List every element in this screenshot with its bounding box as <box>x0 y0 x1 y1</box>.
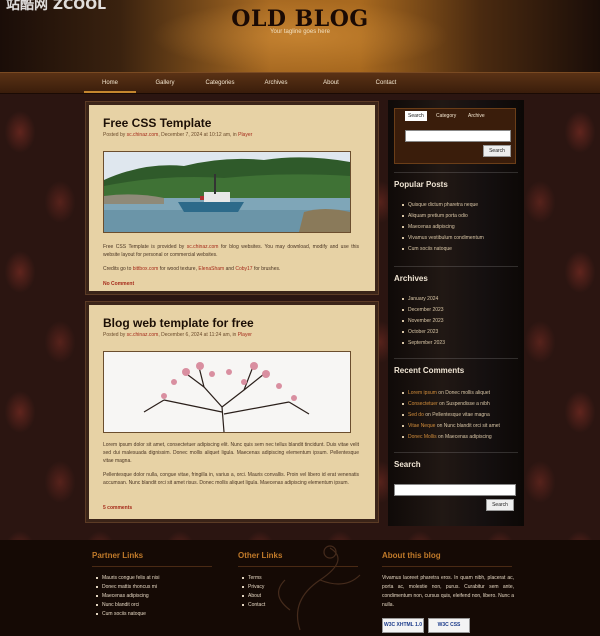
credit-link-coby17[interactable]: Coby17 <box>235 266 252 272</box>
popular-posts-heading: Popular Posts <box>394 180 448 189</box>
category-link[interactable]: Player <box>238 332 252 338</box>
search-input[interactable] <box>405 130 511 142</box>
post-meta: Posted by sc.chinaz.com, December 6, 202… <box>103 332 252 338</box>
nav-contact[interactable]: Contact <box>360 73 412 93</box>
popular-posts-list: Quisque dictum pharetra neque Aliquam pr… <box>402 200 484 255</box>
search-button-2[interactable]: Search <box>486 499 514 511</box>
credit-link-bittbox[interactable]: bittbox.com <box>133 266 159 272</box>
comments-link[interactable]: 5 comments <box>103 505 132 511</box>
main-nav: Home Gallery Categories Archives About C… <box>0 72 600 94</box>
list-item[interactable]: Quisque dictum pharetra neque <box>402 200 484 211</box>
archives-heading: Archives <box>394 274 428 283</box>
author-link[interactable]: sc.chinaz.com <box>127 332 159 338</box>
search-input-2[interactable] <box>394 484 516 496</box>
post-1: Free CSS Template Posted by sc.chinaz.co… <box>86 102 378 294</box>
boat-photo <box>104 152 350 232</box>
post-image-boat <box>103 151 351 233</box>
post-2: Blog web template for free Posted by sc.… <box>86 302 378 522</box>
list-item: Lorem ipsum on Donec mollis aliquet <box>402 388 500 399</box>
nav-about[interactable]: About <box>305 73 357 93</box>
list-item[interactable]: About <box>242 592 265 601</box>
list-item[interactable]: Privacy <box>242 583 265 592</box>
list-item[interactable]: December 2023 <box>402 305 445 316</box>
post-meta: Posted by sc.chinaz.com, December 7, 202… <box>103 132 253 138</box>
nav-home[interactable]: Home <box>84 73 136 93</box>
post-image-tree <box>103 351 351 433</box>
list-item[interactable]: November 2023 <box>402 316 445 327</box>
author-link[interactable]: sc.chinaz.com <box>127 132 159 138</box>
recent-comments-list: Lorem ipsum on Donec mollis aliquet Cons… <box>402 388 500 443</box>
w3c-xhtml-badge[interactable]: W3C XHTML 1.0 <box>382 618 424 633</box>
list-item: Consectetuer on Suspendisse a nibh <box>402 399 500 410</box>
list-item[interactable]: October 2023 <box>402 327 445 338</box>
nav-archives[interactable]: Archives <box>250 73 302 93</box>
list-item: Vitae Neque on Nunc blandit orci sit ame… <box>402 421 500 432</box>
search-tabs-box: Search Category Archive Search <box>394 108 516 164</box>
list-item[interactable]: Nunc blandit orci <box>96 601 160 610</box>
list-item: Sed do on Pellentesque vitae magna <box>402 410 500 421</box>
other-links-heading: Other Links <box>238 551 283 560</box>
post-title[interactable]: Free CSS Template <box>103 116 211 130</box>
partner-links-heading: Partner Links <box>92 551 144 560</box>
list-item[interactable]: Mauris congue felis at nisi <box>96 574 160 583</box>
about-heading: About this blog <box>382 551 441 560</box>
post-text: Lorem ipsum dolor sit amet, consectetuer… <box>103 442 359 464</box>
archives-list: January 2024 December 2023 November 2023… <box>402 294 445 349</box>
list-item[interactable]: January 2024 <box>402 294 445 305</box>
tab-search[interactable]: Search <box>405 111 427 121</box>
site-tagline: Your tagline goes here <box>270 29 330 35</box>
list-item[interactable]: Donec mattis rhoncus mi <box>96 583 160 592</box>
tree-photo <box>104 352 350 432</box>
post-text: Free CSS Template is provided by sc.chin… <box>103 244 359 258</box>
source-link[interactable]: sc.chinaz.com <box>187 244 219 250</box>
list-item[interactable]: Vivamus vestibulum condimentum <box>402 233 484 244</box>
list-item[interactable]: Aliquam pretium porta odio <box>402 211 484 222</box>
search-heading: Search <box>394 460 421 469</box>
post-title[interactable]: Blog web template for free <box>103 316 254 330</box>
list-item[interactable]: Maecenas adipiscing <box>96 592 160 601</box>
nav-gallery[interactable]: Gallery <box>139 73 191 93</box>
other-links-list: Terms Privacy About Contact <box>242 574 265 610</box>
nav-categories[interactable]: Categories <box>194 73 246 93</box>
list-item[interactable]: Cum sociis natoque <box>402 244 484 255</box>
comments-link[interactable]: No Comment <box>103 281 134 287</box>
list-item: Donec Mollis on Maecenas adipiscing <box>402 432 500 443</box>
post-credits: Credits go to bittbox.com for wood textu… <box>103 266 281 272</box>
list-item[interactable]: Maecenas adipiscing <box>402 222 484 233</box>
credit-link-elenasham[interactable]: ElenaSham <box>198 266 224 272</box>
search-button[interactable]: Search <box>483 145 511 157</box>
w3c-css-badge[interactable]: W3C CSS <box>428 618 470 633</box>
recent-comments-heading: Recent Comments <box>394 366 465 375</box>
tab-archive[interactable]: Archive <box>465 111 488 121</box>
header: 站酷网 ZCOOL OLD BLOG Your tagline goes her… <box>0 0 600 72</box>
tab-category[interactable]: Category <box>433 111 459 121</box>
post-text-2: Pellentesque dolor nulla, congue vitae, … <box>103 472 359 486</box>
category-link[interactable]: Player <box>238 132 252 138</box>
list-item[interactable]: Contact <box>242 601 265 610</box>
partner-links-list: Mauris congue felis at nisi Donec mattis… <box>96 574 160 619</box>
list-item[interactable]: Cum sociis natoque <box>96 610 160 619</box>
sidebar: Search Category Archive Search Popular P… <box>388 100 524 526</box>
list-item[interactable]: September 2023 <box>402 338 445 349</box>
list-item[interactable]: Terms <box>242 574 265 583</box>
about-text: Vivamus laoreet pharetra eros. In quam n… <box>382 575 514 608</box>
